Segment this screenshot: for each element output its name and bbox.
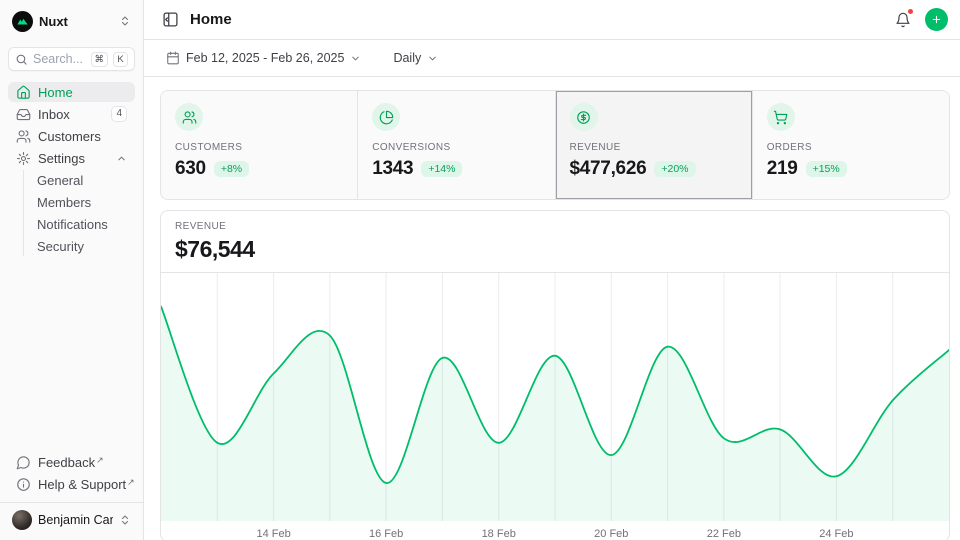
sidebar-nav: Home Inbox 4 Customers Settings (8, 82, 135, 256)
sidebar-item-customers[interactable]: Customers (8, 126, 135, 146)
filters-toolbar: Feb 12, 2025 - Feb 26, 2025 Daily (144, 40, 960, 77)
user-name: Benjamin Canac (38, 513, 113, 527)
stats-row: CUSTOMERS 630 +8% CONVERSIONS 1343 +14% (160, 90, 950, 200)
stat-value: 1343 (372, 158, 413, 180)
notification-dot (907, 8, 914, 15)
sidebar-item-general[interactable]: General (33, 170, 135, 190)
info-circle-icon (16, 477, 31, 492)
plus-icon (931, 13, 942, 26)
stat-delta-badge: +20% (654, 161, 695, 177)
stat-label: CONVERSIONS (372, 142, 540, 153)
kbd-k: K (113, 52, 128, 67)
nuxt-logo-icon (12, 11, 33, 32)
cart-icon (767, 103, 795, 131)
users-icon (175, 103, 203, 131)
sidebar-footer-links: Feedback↗ Help & Support↗ (8, 452, 135, 494)
team-switcher[interactable]: Nuxt (8, 10, 135, 32)
x-axis-label: 16 Feb (369, 528, 403, 540)
sidebar-item-notifications[interactable]: Notifications (33, 214, 135, 234)
sidebar-item-members[interactable]: Members (33, 192, 135, 212)
x-axis-label: 24 Feb (819, 528, 853, 540)
stat-card-customers[interactable]: CUSTOMERS 630 +8% (161, 91, 358, 199)
stat-card-orders[interactable]: ORDERS 219 +15% (753, 91, 949, 199)
stat-delta-badge: +15% (806, 161, 847, 177)
stat-delta-badge: +8% (214, 161, 249, 177)
footer-link-label: Feedback↗ (38, 455, 104, 470)
user-menu[interactable]: Benjamin Canac (8, 503, 135, 532)
dashboard-app: Nuxt Search... ⌘ K Home (0, 0, 960, 540)
sidebar: Nuxt Search... ⌘ K Home (0, 0, 144, 540)
stat-value: $477,626 (570, 158, 647, 180)
topbar: Home (144, 0, 960, 40)
kbd-cmd: ⌘ (91, 52, 109, 67)
chart-header: REVENUE $76,544 (161, 211, 949, 273)
search-placeholder: Search... (33, 52, 86, 66)
chevron-down-icon (350, 53, 361, 64)
team-name: Nuxt (39, 14, 113, 29)
external-arrow-icon: ↗ (96, 455, 104, 465)
chevrons-up-down-icon (119, 514, 131, 526)
date-range-value: Feb 12, 2025 - Feb 26, 2025 (186, 51, 344, 65)
stat-value: 630 (175, 158, 206, 180)
main-panel: Home Feb 12, 2025 - Feb 26, 2025 (144, 0, 960, 540)
stat-card-revenue[interactable]: REVENUE $477,626 +20% (556, 91, 753, 199)
dollar-circle-icon (570, 103, 598, 131)
stat-label: ORDERS (767, 142, 935, 153)
sidebar-item-settings[interactable]: Settings (8, 148, 135, 168)
revenue-chart-card: REVENUE $76,544 14 Feb 16 Feb 18 Feb 20 Feb… (160, 210, 950, 540)
page-title: Home (190, 11, 232, 28)
sidebar-item-label: Security (37, 239, 84, 254)
sidebar-item-label: Settings (38, 151, 85, 166)
message-bubble-icon (16, 455, 31, 470)
x-axis-label: 14 Feb (256, 528, 290, 540)
sidebar-item-security[interactable]: Security (33, 236, 135, 256)
stat-delta-badge: +14% (421, 161, 462, 177)
period-select[interactable]: Daily (387, 50, 444, 66)
chart-metric-label: REVENUE (175, 221, 935, 233)
sidebar-item-label: Customers (38, 129, 101, 144)
sidebar-item-home[interactable]: Home (8, 82, 135, 102)
sidebar-item-label: General (37, 173, 83, 188)
stat-label: CUSTOMERS (175, 142, 343, 153)
date-range-picker[interactable]: Feb 12, 2025 - Feb 26, 2025 (160, 50, 367, 66)
sidebar-item-inbox[interactable]: Inbox 4 (8, 104, 135, 124)
x-axis-label: 22 Feb (707, 528, 741, 540)
inbox-icon (16, 107, 31, 122)
chevron-up-icon (116, 153, 127, 164)
chevrons-up-down-icon (119, 15, 131, 27)
stat-card-conversions[interactable]: CONVERSIONS 1343 +14% (358, 91, 555, 199)
x-axis-label: 20 Feb (594, 528, 628, 540)
stat-label: REVENUE (570, 142, 738, 153)
collapse-sidebar-button[interactable] (160, 9, 181, 30)
notifications-button[interactable] (893, 10, 913, 30)
sidebar-item-label: Members (37, 195, 91, 210)
avatar (12, 510, 32, 530)
settings-submenu: General Members Notifications Security (23, 170, 135, 256)
inbox-count-badge: 4 (111, 106, 127, 122)
footer-link-label: Help & Support↗ (38, 477, 135, 492)
sidebar-item-label: Home (38, 85, 73, 100)
panel-left-icon (162, 11, 179, 28)
x-axis-label: 18 Feb (482, 528, 516, 540)
gear-icon (16, 151, 31, 166)
period-value: Daily (393, 51, 421, 65)
chart-metric-value: $76,544 (175, 236, 935, 263)
content-area: CUSTOMERS 630 +8% CONVERSIONS 1343 +14% (144, 77, 960, 540)
feedback-link[interactable]: Feedback↗ (8, 452, 135, 472)
search-input[interactable]: Search... ⌘ K (8, 47, 135, 71)
users-icon (16, 129, 31, 144)
pie-chart-icon (372, 103, 400, 131)
chevron-down-icon (427, 53, 438, 64)
add-button[interactable] (925, 8, 948, 31)
help-support-link[interactable]: Help & Support↗ (8, 474, 135, 494)
sidebar-item-label: Inbox (38, 107, 70, 122)
sidebar-item-label: Notifications (37, 217, 108, 232)
calendar-icon (166, 51, 180, 65)
stat-value: 219 (767, 158, 798, 180)
revenue-chart[interactable]: 14 Feb 16 Feb 18 Feb 20 Feb 22 Feb 24 Feb (161, 273, 949, 540)
search-icon (15, 53, 28, 66)
house-icon (16, 85, 31, 100)
external-arrow-icon: ↗ (127, 477, 135, 487)
